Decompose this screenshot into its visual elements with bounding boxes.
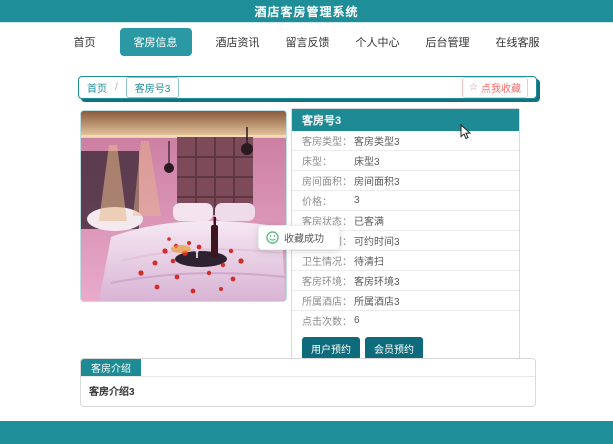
breadcrumb: 首页 / 客房号3 ☆ 点我收藏 <box>78 76 537 99</box>
detail-label: 客房类型： <box>302 133 354 148</box>
detail-row-hygiene: 卫生情况： 待清扫 <box>292 251 519 271</box>
intro-tab-row: 客房介绍 <box>81 359 535 377</box>
detail-row-clicks: 点击次数： 6 <box>292 311 519 330</box>
detail-row-room-type: 客房类型： 客房类型3 <box>292 131 519 151</box>
detail-label: 客房环境： <box>302 273 354 288</box>
nav-item-personal-center[interactable]: 个人中心 <box>354 29 402 55</box>
detail-row-price: 价格： 3 <box>292 191 519 211</box>
member-reserve-button[interactable]: 会员预约 <box>365 337 423 360</box>
detail-label: 房间面积： <box>302 173 354 188</box>
nav-item-feedback[interactable]: 留言反馈 <box>284 29 332 55</box>
detail-label: 卫生情况： <box>302 253 354 268</box>
room-photo <box>80 110 287 302</box>
detail-label: 价格： <box>302 193 354 208</box>
detail-value: 3 <box>354 195 360 206</box>
detail-value: 房间面积3 <box>354 173 400 188</box>
user-reserve-button[interactable]: 用户预约 <box>302 337 360 360</box>
favorite-success-toast: 收藏成功 <box>258 225 340 250</box>
breadcrumb-home-link[interactable]: 首页 <box>87 80 107 95</box>
nav-item-admin[interactable]: 后台管理 <box>424 29 472 55</box>
detail-value: 6 <box>354 315 360 326</box>
detail-row-bed-type: 床型： 床型3 <box>292 151 519 171</box>
detail-label: 点击次数： <box>302 313 354 328</box>
room-intro-card: 客房介绍 客房介绍3 <box>80 358 536 407</box>
smiley-success-icon <box>266 231 279 244</box>
breadcrumb-current: 客房号3 <box>126 77 180 98</box>
app-header: 酒店客房管理系统 <box>0 0 613 22</box>
favorite-button[interactable]: ☆ 点我收藏 <box>462 77 528 98</box>
detail-value: 客房环境3 <box>354 273 400 288</box>
detail-value: 床型3 <box>354 153 380 168</box>
room-detail-title: 客房号3 <box>292 109 519 131</box>
star-outline-icon: ☆ <box>469 82 478 93</box>
toast-message: 收藏成功 <box>284 230 324 245</box>
app-title: 酒店客房管理系统 <box>254 3 358 20</box>
detail-value: 可约时间3 <box>354 233 400 248</box>
room-intro-content: 客房介绍3 <box>81 377 535 406</box>
detail-value: 待清扫 <box>354 253 384 268</box>
room-photo-art <box>81 111 286 301</box>
breadcrumb-separator: / <box>115 82 118 93</box>
detail-row-room-area: 房间面积： 房间面积3 <box>292 171 519 191</box>
detail-row-environment: 客房环境： 客房环境3 <box>292 271 519 291</box>
nav-item-room-info[interactable]: 客房信息 <box>120 28 192 56</box>
nav-item-online-service[interactable]: 在线客服 <box>494 29 542 55</box>
page-footer <box>0 421 613 444</box>
favorite-button-label: 点我收藏 <box>481 80 521 95</box>
breadcrumb-trail: 首页 / 客房号3 <box>87 77 179 98</box>
detail-value: 已客满 <box>354 213 384 228</box>
detail-value: 所属酒店3 <box>354 293 400 308</box>
hotel-room-page: 酒店客房管理系统 首页 客房信息 酒店资讯 留言反馈 个人中心 后台管理 在线客… <box>0 0 613 444</box>
tab-room-intro[interactable]: 客房介绍 <box>81 359 141 376</box>
main-nav: 首页 客房信息 酒店资讯 留言反馈 个人中心 后台管理 在线客服 <box>0 24 613 60</box>
detail-row-hotel: 所属酒店： 所属酒店3 <box>292 291 519 311</box>
nav-item-hotel-news[interactable]: 酒店资讯 <box>214 29 262 55</box>
detail-label: 所属酒店： <box>302 293 354 308</box>
nav-item-home[interactable]: 首页 <box>72 29 98 55</box>
detail-label: 床型： <box>302 153 354 168</box>
detail-value: 客房类型3 <box>354 133 400 148</box>
